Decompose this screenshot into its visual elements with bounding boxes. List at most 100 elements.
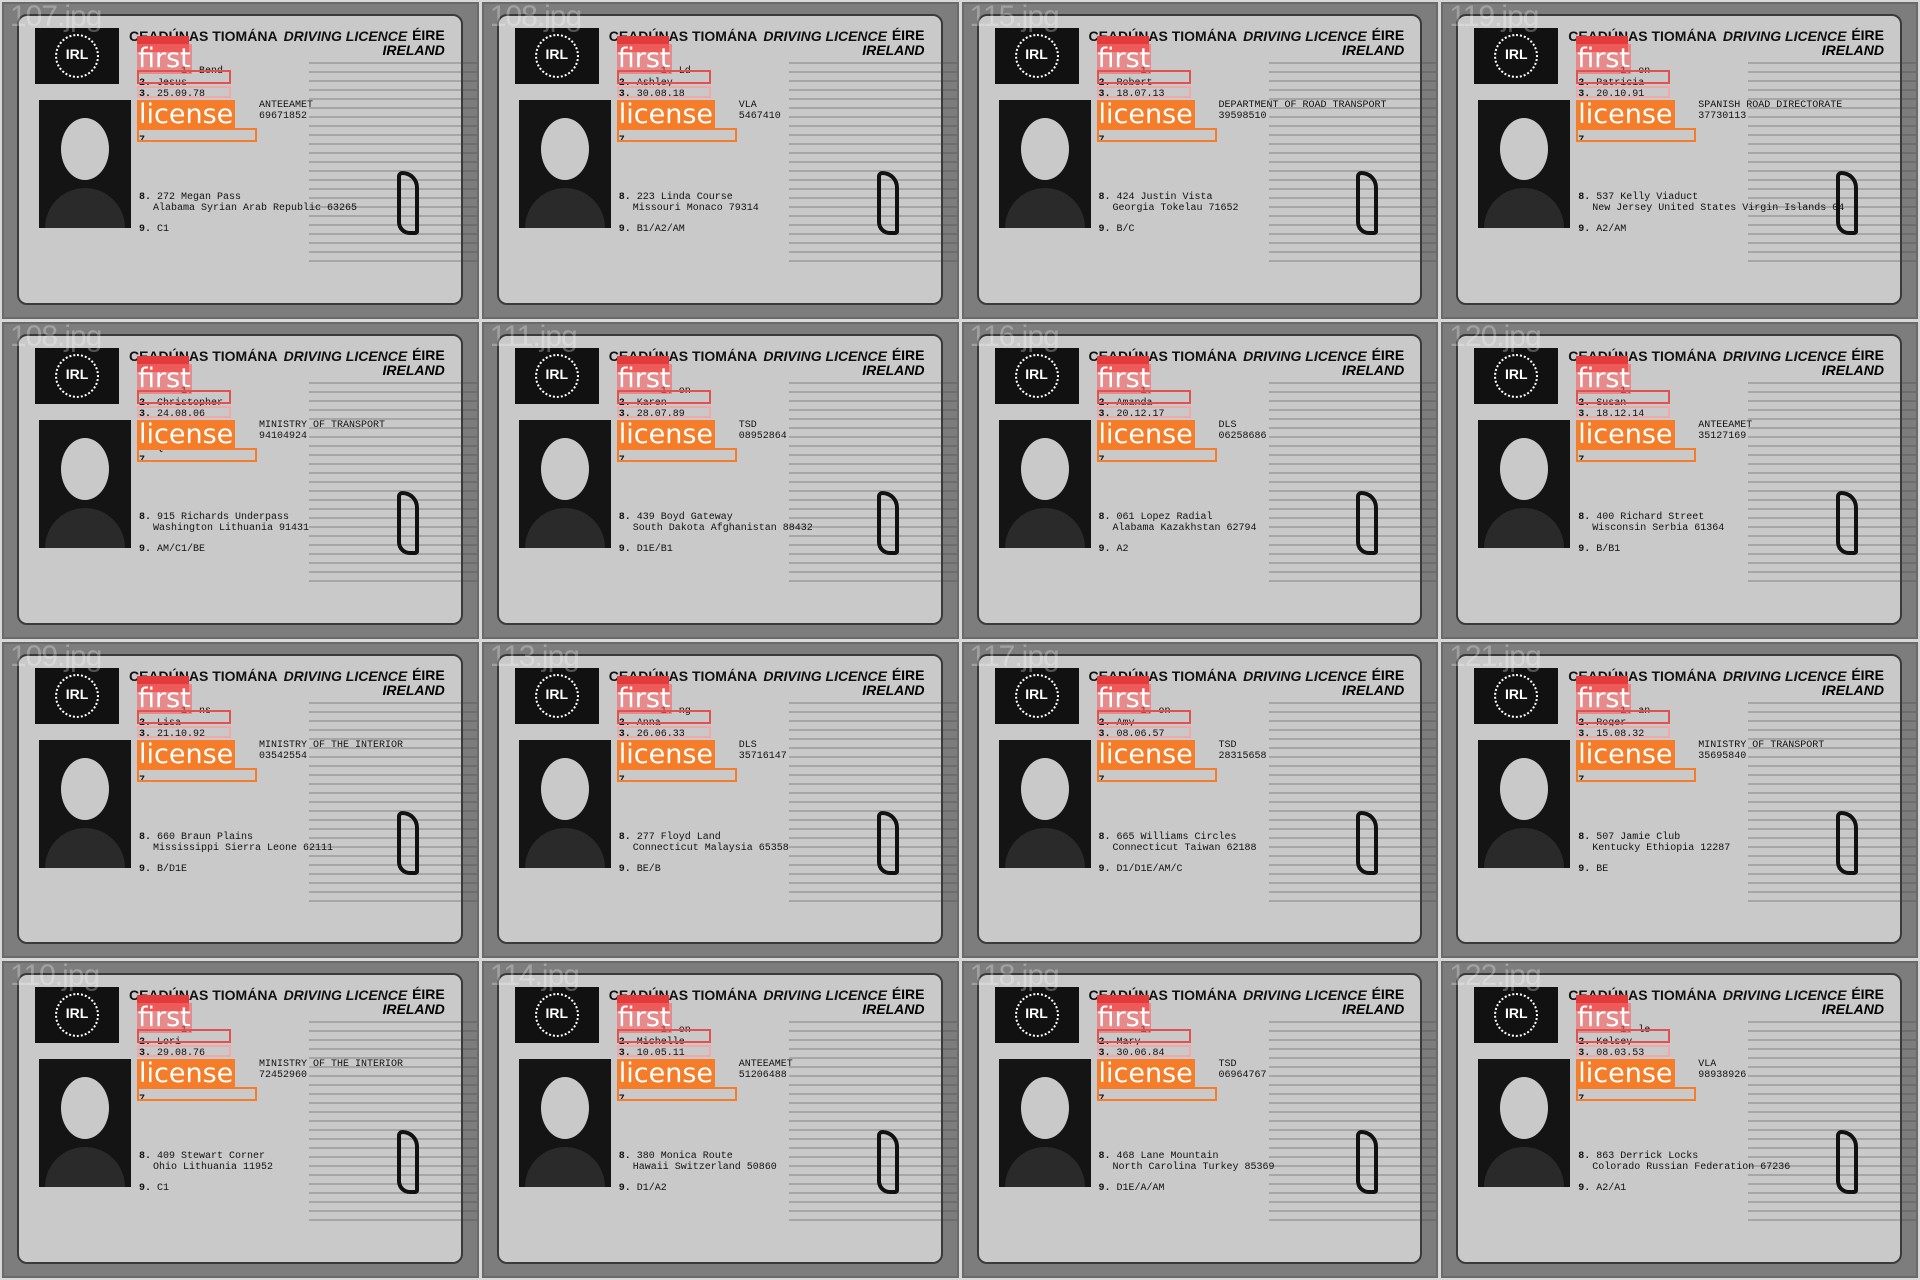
- image-tile[interactable]: IRL CEADÚNAS TIOMÁNA DRIVING LICENCE ÉIRE…: [481, 961, 959, 1278]
- category-value: BE: [1596, 863, 1609, 875]
- eu-flag-logo: IRL: [994, 987, 1079, 1044]
- secondary-box: [1096, 725, 1191, 738]
- driving-licence-card: IRL CEADÚNAS TIOMÁNA DRIVING LICENCE ÉIRE…: [17, 973, 477, 1264]
- filename-label: 108.jpg: [10, 321, 102, 353]
- address-value: 272 Megan Pass: [157, 192, 242, 203]
- image-tile[interactable]: IRL CEADÚNAS TIOMÁNA DRIVING LICENCE ÉIRE…: [2, 961, 479, 1278]
- eu-flag-logo: IRL: [1474, 987, 1559, 1044]
- country-english: IRELAND: [1342, 361, 1405, 378]
- first-box: [1096, 1029, 1191, 1044]
- image-tile[interactable]: IRL CEADÚNAS TIOMÁNA DRIVING LICENCE ÉIRE…: [961, 2, 1439, 319]
- image-tile[interactable]: IRL CEADÚNAS TIOMÁNA DRIVING LICENCE ÉIRE…: [1441, 2, 1918, 319]
- region-value: Ohio Lithuania 11952: [153, 1162, 274, 1174]
- card-country: ÉIRE IRELAND: [1342, 347, 1405, 378]
- first-box: [1096, 70, 1191, 84]
- image-tile[interactable]: IRL CEADÚNAS TIOMÁNA DRIVING LICENCE ÉIRE…: [1441, 641, 1918, 959]
- face-silhouette: [1020, 1077, 1069, 1140]
- field-region: New Jersey United States Virgin Islands …: [1592, 203, 1844, 214]
- image-tile[interactable]: IRL CEADÚNAS TIOMÁNA DRIVING LICENCE ÉIRE…: [1441, 961, 1918, 1278]
- shoulders-silhouette: [45, 1147, 125, 1188]
- secondary-box: [1576, 86, 1671, 98]
- shoulders-silhouette: [1484, 1147, 1565, 1188]
- address-value: 223 Linda Course: [636, 192, 733, 203]
- category-value: C1: [157, 1183, 170, 1195]
- shoulders-silhouette: [45, 507, 125, 548]
- harp-icon: [1356, 490, 1379, 555]
- watermark-text-block: [309, 701, 477, 902]
- card-country: ÉIRE IRELAND: [862, 347, 924, 378]
- image-tile[interactable]: IRL CEADÚNAS TIOMÁNA DRIVING LICENCE ÉIRE…: [2, 321, 479, 639]
- card-country: ÉIRE IRELAND: [383, 667, 445, 698]
- region-value: Washington Lithuania 91431: [153, 522, 310, 534]
- issuer-value: MINISTRY OF TRANSPORT: [1698, 739, 1825, 751]
- field-address: 8. 409 Stewart Corner: [139, 1151, 266, 1163]
- image-tile[interactable]: IRL CEADÚNAS TIOMÁNA DRIVING LICENCE ÉIRE…: [2, 641, 479, 959]
- license-box: [1576, 447, 1697, 462]
- first-box: [616, 70, 711, 84]
- country-english: IRELAND: [862, 42, 925, 58]
- image-tile[interactable]: IRL CEADÚNAS TIOMÁNA DRIVING LICENCE ÉIRE…: [961, 641, 1439, 959]
- country-irish: ÉIRE: [1371, 666, 1405, 683]
- country-english: IRELAND: [862, 681, 925, 698]
- image-tile[interactable]: IRL CEADÚNAS TIOMÁNA DRIVING LICENCE ÉIRE…: [481, 321, 959, 639]
- number-value: 06258686: [1218, 430, 1267, 442]
- license-label: license: [1096, 99, 1195, 130]
- shoulders-silhouette: [1004, 1147, 1085, 1188]
- number-value: 08952864: [738, 430, 787, 442]
- field-region: Missouri Monaco 79314: [633, 203, 759, 214]
- field-address: 8. 915 Richards Underpass: [139, 511, 290, 523]
- issuer-value: TSD: [738, 419, 757, 431]
- issuer-value: MINISTRY OF THE INTERIOR: [259, 1059, 404, 1071]
- watermark-text-block: [1748, 381, 1917, 582]
- category-value: A2/A1: [1596, 1183, 1627, 1195]
- filename-label: 116.jpg: [969, 321, 1060, 353]
- country-badge: IRL: [545, 1005, 569, 1022]
- license-label: license: [616, 418, 715, 450]
- field-address: 8. 507 Jamie Club: [1578, 831, 1681, 843]
- field-issuer: TSD: [1219, 1059, 1237, 1070]
- secondary-box: [137, 86, 231, 98]
- harp-icon: [1356, 1130, 1379, 1195]
- license-box: [137, 128, 257, 142]
- field-number: 06964767: [1219, 1070, 1267, 1081]
- country-badge: IRL: [1504, 685, 1528, 702]
- field-region: North Carolina Turkey 85369: [1113, 1162, 1275, 1173]
- field-number: 35127169: [1698, 431, 1746, 442]
- watermark-text-block: [309, 381, 477, 582]
- card-country: ÉIRE IRELAND: [1821, 347, 1884, 378]
- image-tile[interactable]: IRL CEADÚNAS TIOMÁNA DRIVING LICENCE ÉIRE…: [961, 321, 1439, 639]
- filename-label: 121.jpg: [1449, 641, 1541, 673]
- country-english: IRELAND: [1821, 361, 1884, 378]
- driving-licence-card: IRL CEADÚNAS TIOMÁNA DRIVING LICENCE ÉIRE…: [1456, 973, 1917, 1264]
- image-tile[interactable]: IRL CEADÚNAS TIOMÁNA DRIVING LICENCE ÉIRE…: [2, 2, 479, 319]
- eu-flag-logo: IRL: [1474, 667, 1559, 724]
- category-value: A2/AM: [1596, 224, 1627, 235]
- image-tile[interactable]: IRL CEADÚNAS TIOMÁNA DRIVING LICENCE ÉIRE…: [961, 961, 1439, 1278]
- watermark-text-block: [788, 1021, 957, 1222]
- harp-icon: [876, 810, 899, 875]
- address-value: 409 Stewart Corner: [157, 1151, 266, 1163]
- eu-flag-logo: IRL: [35, 987, 119, 1044]
- face-silhouette: [540, 1077, 589, 1140]
- driving-licence-card: IRL CEADÚNAS TIOMÁNA DRIVING LICENCE ÉIRE…: [496, 973, 957, 1264]
- country-badge: IRL: [1025, 685, 1048, 702]
- field-category: 9. B/C: [1098, 224, 1135, 235]
- category-value: B/B1: [1596, 543, 1621, 555]
- field-number: 37730113: [1698, 111, 1746, 122]
- country-english: IRELAND: [862, 1001, 925, 1018]
- country-badge: IRL: [545, 685, 569, 702]
- shoulders-silhouette: [524, 188, 605, 228]
- license-box: [1096, 128, 1217, 142]
- image-tile[interactable]: IRL CEADÚNAS TIOMÁNA DRIVING LICENCE ÉIRE…: [481, 641, 959, 959]
- field-issuer: ANTEEAMET: [1698, 420, 1752, 431]
- category-value: B/C: [1116, 224, 1135, 235]
- image-tile[interactable]: IRL CEADÚNAS TIOMÁNA DRIVING LICENCE ÉIRE…: [481, 2, 959, 319]
- eu-flag-logo: IRL: [1474, 28, 1559, 84]
- harp-icon: [1836, 490, 1858, 555]
- image-tile[interactable]: IRL CEADÚNAS TIOMÁNA DRIVING LICENCE ÉIRE…: [1441, 321, 1918, 639]
- face-silhouette: [540, 757, 589, 820]
- category-value: A2: [1116, 543, 1129, 555]
- face-silhouette: [1020, 757, 1069, 820]
- address-value: 665 Williams Circles: [1116, 831, 1237, 843]
- harp-icon: [876, 1130, 899, 1195]
